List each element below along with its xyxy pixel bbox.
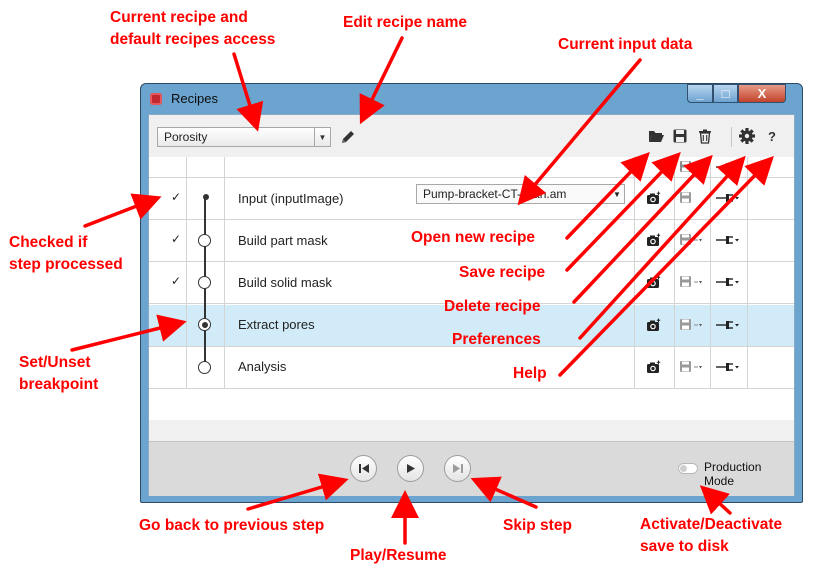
annotation-arrows — [70, 36, 774, 545]
arrow-breakpoint — [70, 314, 187, 352]
arrow-checked — [83, 193, 162, 228]
arrow-skip — [470, 476, 538, 509]
arrow-open-recipe — [565, 151, 650, 240]
arrow-current-recipe — [232, 52, 264, 132]
arrow-go-back — [246, 473, 349, 511]
arrow-delete-recipe — [572, 154, 713, 304]
arrow-help — [558, 155, 774, 377]
arrow-activate — [699, 485, 732, 515]
arrow-preferences — [578, 155, 746, 340]
arrow-edit-name — [359, 36, 404, 125]
